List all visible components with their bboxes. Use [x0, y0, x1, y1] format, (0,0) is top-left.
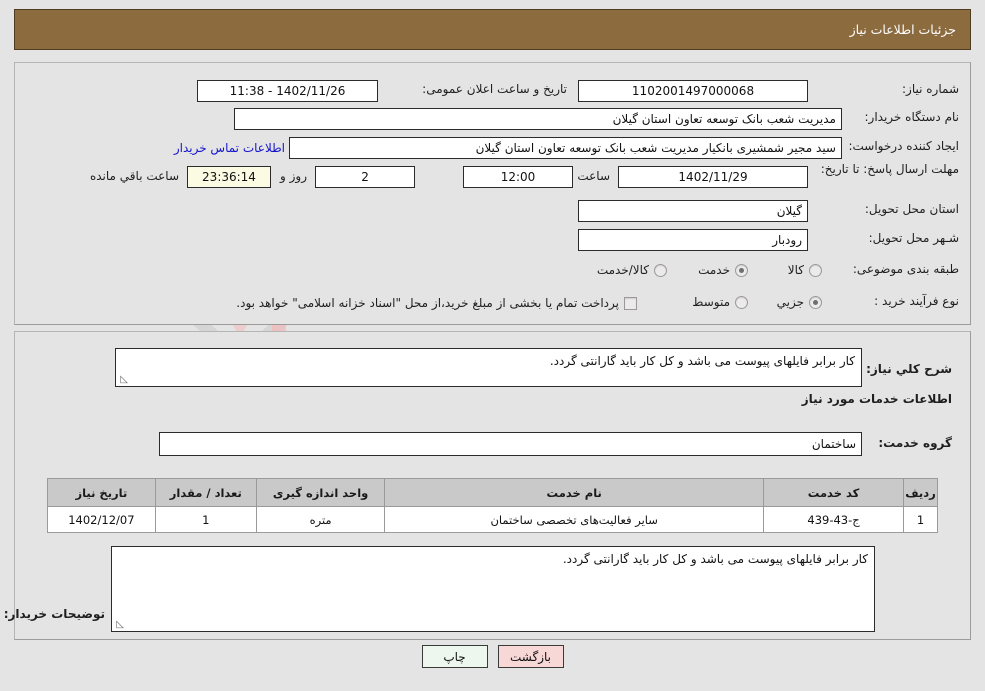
- footer-buttons: بازگشت چاپ: [0, 645, 985, 668]
- radio-icon[interactable]: [654, 263, 667, 277]
- deadline-hour-field[interactable]: 12:00: [463, 166, 573, 188]
- page-title: جزئیات اطلاعات نیاز: [849, 22, 956, 37]
- services-section-title: اطلاعات خدمات مورد نیاز: [801, 392, 952, 406]
- table-row[interactable]: 1 ج-43-439 سایر فعالیت‌های تخصصی ساختمان…: [47, 506, 938, 533]
- purchase-type-option-label: متوسط: [692, 295, 730, 309]
- category-option-khedmat[interactable]: خدمت: [698, 263, 748, 277]
- requester-label: ایجاد کننده درخواست:: [848, 139, 959, 153]
- announce-datetime-label-row: تاریخ و ساعت اعلان عمومی:: [422, 82, 567, 96]
- col-qty: تعداد / مقدار: [154, 478, 257, 507]
- purchase-type-option-jozei[interactable]: جزیي: [777, 295, 822, 309]
- category-label: طبقه بندی موضوعی:: [852, 262, 959, 276]
- category-option-label: خدمت: [698, 263, 730, 277]
- deadline-label-row: مهلت ارسال پاسخ: تا تاریخ:: [820, 162, 959, 177]
- col-name: نام خدمت: [384, 478, 765, 507]
- service-group-label: گروه خدمت:: [878, 436, 952, 450]
- category-label-row: طبقه بندی موضوعی:: [853, 262, 959, 276]
- need-number-label: شماره نیاز:: [902, 82, 959, 96]
- general-desc-textarea[interactable]: کار برابر فایلهای پیوست می باشد و کل کار…: [115, 348, 862, 387]
- back-button[interactable]: بازگشت: [497, 645, 564, 668]
- treasury-note-checkbox-row[interactable]: پرداخت تمام یا بخشی از مبلغ خرید،از محل …: [236, 296, 637, 310]
- category-option-kala-khedmat[interactable]: کالا/خدمت: [597, 263, 667, 277]
- services-table: ردیف کد خدمت نام خدمت واحد اندازه گیری ت…: [47, 478, 938, 533]
- deadline-days-field[interactable]: 2: [315, 166, 415, 188]
- category-option-label: کالا/خدمت: [596, 263, 649, 277]
- city-field[interactable]: رودبار: [578, 229, 808, 251]
- col-date: تاریخ نیاز: [47, 478, 156, 507]
- province-label-row: استان محل تحویل:: [865, 202, 959, 216]
- radio-icon[interactable]: [735, 295, 748, 309]
- need-number-label-row: شماره نیاز:: [902, 82, 959, 96]
- need-number-field[interactable]: 1102001497000068: [578, 80, 808, 102]
- category-option-label: کالا: [787, 263, 804, 277]
- cell-code: ج-43-439: [763, 506, 905, 533]
- buyer-org-label: نام دستگاه خریدار:: [864, 110, 960, 124]
- purchase-type-label-row: نوع فرآیند خرید :: [874, 294, 959, 308]
- deadline-date-field[interactable]: 1402/11/29: [618, 166, 808, 188]
- requester-field[interactable]: سید مجیر شمشیری بانکیار مدیریت شعب بانک …: [289, 137, 842, 159]
- city-label: شـهر محل تحویل:: [868, 231, 959, 245]
- cell-qty: 1: [154, 506, 257, 533]
- announce-datetime-field[interactable]: 1402/11/26 - 11:38: [197, 80, 378, 102]
- resize-grip-icon[interactable]: ◺: [114, 620, 124, 630]
- radio-icon[interactable]: [735, 263, 748, 277]
- service-group-field[interactable]: ساختمان: [159, 432, 862, 456]
- cell-name: سایر فعالیت‌های تخصصی ساختمان: [384, 506, 765, 533]
- buyer-notes-textarea[interactable]: کار برابر فایلهای پیوست می باشد و کل کار…: [111, 546, 875, 632]
- resize-grip-icon[interactable]: ◺: [118, 375, 128, 385]
- col-radif: ردیف: [903, 478, 938, 507]
- general-desc-value: کار برابر فایلهای پیوست می باشد و کل کار…: [549, 354, 855, 368]
- general-desc-label: شرح کلي نیاز:: [866, 362, 952, 376]
- purchase-type-label: نوع فرآیند خرید :: [874, 294, 959, 308]
- deadline-hour-label: ساعت: [577, 169, 610, 183]
- table-header-row: ردیف کد خدمت نام خدمت واحد اندازه گیری ت…: [47, 478, 938, 507]
- purchase-type-option-label: جزیي: [776, 295, 804, 309]
- col-code: کد خدمت: [763, 478, 905, 507]
- buyer-org-field[interactable]: مدیریت شعب بانک توسعه تعاون استان گیلان: [234, 108, 842, 130]
- page-root: AriaTender .net جزئیات اطلاعات نیاز شمار…: [0, 0, 985, 691]
- province-label: استان محل تحویل:: [864, 202, 959, 216]
- purchase-type-option-motevaset[interactable]: متوسط: [692, 295, 748, 309]
- need-info-panel: [14, 62, 971, 325]
- deadline-days-label: روز و: [280, 169, 307, 183]
- print-button[interactable]: چاپ: [421, 645, 488, 668]
- radio-icon[interactable]: [809, 295, 822, 309]
- col-unit: واحد اندازه گیری: [255, 478, 386, 507]
- requester-label-row: ایجاد کننده درخواست:: [848, 139, 959, 153]
- checkbox-icon[interactable]: [624, 296, 637, 310]
- cell-unit: متره: [255, 506, 386, 533]
- buyer-notes-value: کار برابر فایلهای پیوست می باشد و کل کار…: [562, 552, 868, 566]
- buyer-contact-link[interactable]: اطلاعات تماس خریدار: [174, 141, 285, 155]
- buyer-notes-label: توضیحات خریدار:: [3, 607, 105, 621]
- buyer-org-label-row: نام دستگاه خریدار:: [865, 110, 960, 124]
- province-field[interactable]: گیلان: [578, 200, 808, 222]
- announce-datetime-label: تاریخ و ساعت اعلان عمومی:: [422, 82, 567, 96]
- category-option-kala[interactable]: کالا: [788, 263, 822, 277]
- page-header: جزئیات اطلاعات نیاز: [14, 9, 971, 50]
- treasury-note-text: پرداخت تمام یا بخشی از مبلغ خرید،از محل …: [236, 296, 619, 310]
- radio-icon[interactable]: [809, 263, 822, 277]
- city-label-row: شـهر محل تحویل:: [869, 231, 959, 245]
- deadline-countdown-label: ساعت باقي مانده: [89, 169, 179, 183]
- cell-radif: 1: [903, 506, 938, 533]
- deadline-label: مهلت ارسال پاسخ: تا تاریخ:: [820, 162, 959, 176]
- deadline-countdown-field: 23:36:14: [187, 166, 271, 188]
- cell-date: 1402/12/07: [47, 506, 156, 533]
